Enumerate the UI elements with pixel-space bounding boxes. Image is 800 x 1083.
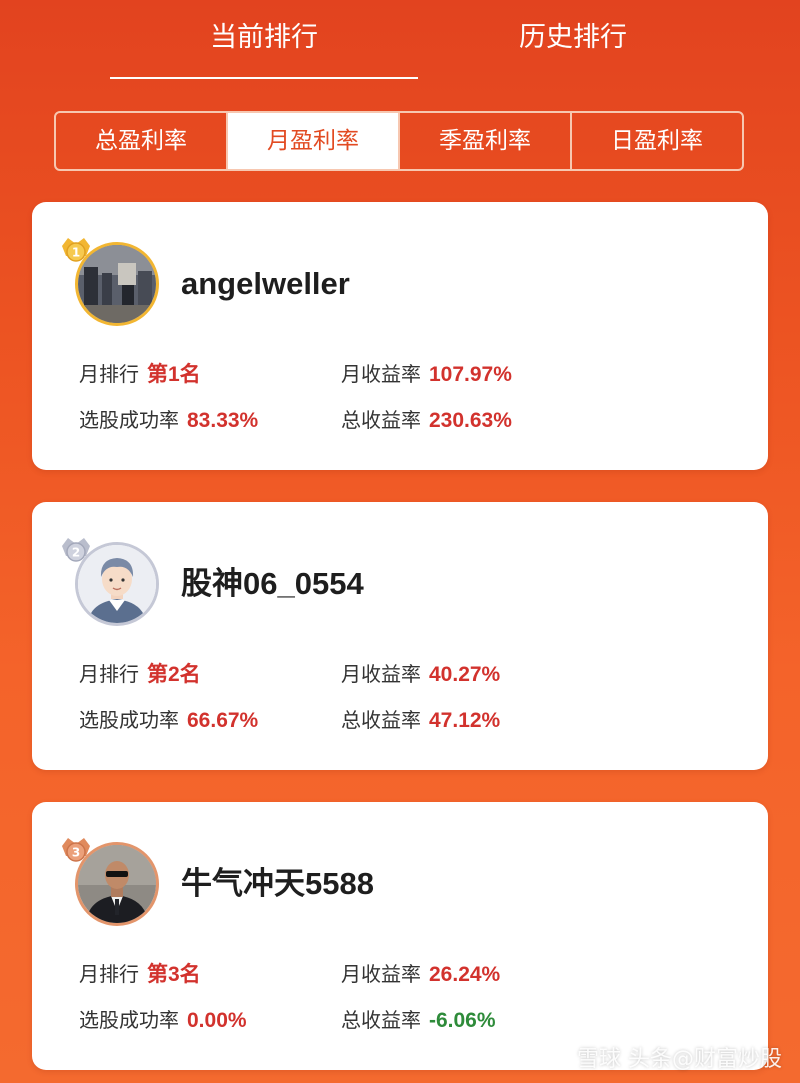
success-rate-value: 83.33% [187, 409, 259, 432]
month-return-stat: 月收益率 40.27% [341, 660, 500, 689]
month-rank-label: 月排行 [79, 962, 139, 986]
ranking-card-3[interactable]: 3 牛气冲天5588 月排行 第3名 月收益率 26.24% 选股成功率 0.00% … [32, 802, 768, 1070]
success-rate-stat: 选股成功率 0.00% [79, 1006, 247, 1035]
tab-history-ranking[interactable]: 历史排行 [420, 18, 726, 58]
month-rank-stat: 月排行 第3名 [79, 960, 201, 989]
month-return-label: 月收益率 [341, 362, 421, 386]
month-rank-value: 第2名 [147, 663, 201, 686]
gold-crown-medal-icon: 1 [62, 238, 90, 262]
month-return-stat: 月收益率 107.97% [341, 360, 512, 389]
month-return-stat: 月收益率 26.24% [341, 960, 500, 989]
bronze-crown-medal-icon: 3 [62, 838, 90, 862]
month-return-label: 月收益率 [341, 662, 421, 686]
active-tab-indicator [110, 77, 418, 79]
month-rank-value: 第1名 [147, 363, 201, 386]
month-return-label: 月收益率 [341, 962, 421, 986]
month-return-value: 26.24% [429, 963, 501, 986]
total-return-stat: 总收益率 230.63% [341, 406, 512, 435]
month-rank-label: 月排行 [79, 362, 139, 386]
svg-text:3: 3 [72, 846, 80, 860]
total-return-stat: 总收益率 -6.06% [341, 1006, 496, 1035]
success-rate-stat: 选股成功率 83.33% [79, 406, 258, 435]
segment-daily-profit[interactable]: 日盈利率 [572, 113, 742, 169]
watermark-text: 雪球 头条@财富炒股 [577, 1047, 782, 1072]
month-rank-value: 第3名 [147, 963, 201, 986]
svg-text:1: 1 [72, 246, 80, 260]
tab-current-ranking[interactable]: 当前排行 [110, 18, 418, 58]
total-return-label: 总收益率 [341, 1008, 421, 1032]
total-return-label: 总收益率 [341, 408, 421, 432]
segment-quarterly-profit[interactable]: 季盈利率 [400, 113, 572, 169]
profit-type-segmented-control: 总盈利率 月盈利率 季盈利率 日盈利率 [54, 111, 744, 171]
month-return-value: 40.27% [429, 663, 501, 686]
snowball-logo-icon [545, 1051, 571, 1070]
success-rate-value: 66.67% [187, 709, 259, 732]
total-return-value: 47.12% [429, 709, 501, 732]
total-return-value: 230.63% [429, 409, 512, 432]
username[interactable]: angelweller [181, 262, 350, 306]
silver-crown-medal-icon: 2 [62, 538, 90, 562]
segment-monthly-profit[interactable]: 月盈利率 [228, 113, 400, 169]
ranking-card-1[interactable]: 1 angelweller 月排行 第1名 月收益率 107.97% 选股成功率 83… [32, 202, 768, 470]
username[interactable]: 牛气冲天5588 [181, 862, 374, 906]
watermark: 雪球 头条@财富炒股 [545, 1041, 782, 1073]
success-rate-label: 选股成功率 [79, 408, 179, 432]
total-return-label: 总收益率 [341, 708, 421, 732]
month-rank-label: 月排行 [79, 662, 139, 686]
svg-text:2: 2 [72, 546, 80, 560]
total-return-value: -6.06% [429, 1009, 496, 1032]
success-rate-stat: 选股成功率 66.67% [79, 706, 258, 735]
month-rank-stat: 月排行 第1名 [79, 360, 201, 389]
success-rate-value: 0.00% [187, 1009, 247, 1032]
month-rank-stat: 月排行 第2名 [79, 660, 201, 689]
segment-total-profit[interactable]: 总盈利率 [56, 113, 228, 169]
ranking-card-2[interactable]: 2 股神06_0554 月排行 第2名 月收益率 40.27% 选股成功率 66.67… [32, 502, 768, 770]
success-rate-label: 选股成功率 [79, 1008, 179, 1032]
total-return-stat: 总收益率 47.12% [341, 706, 500, 735]
success-rate-label: 选股成功率 [79, 708, 179, 732]
month-return-value: 107.97% [429, 363, 512, 386]
username[interactable]: 股神06_0554 [181, 562, 364, 606]
